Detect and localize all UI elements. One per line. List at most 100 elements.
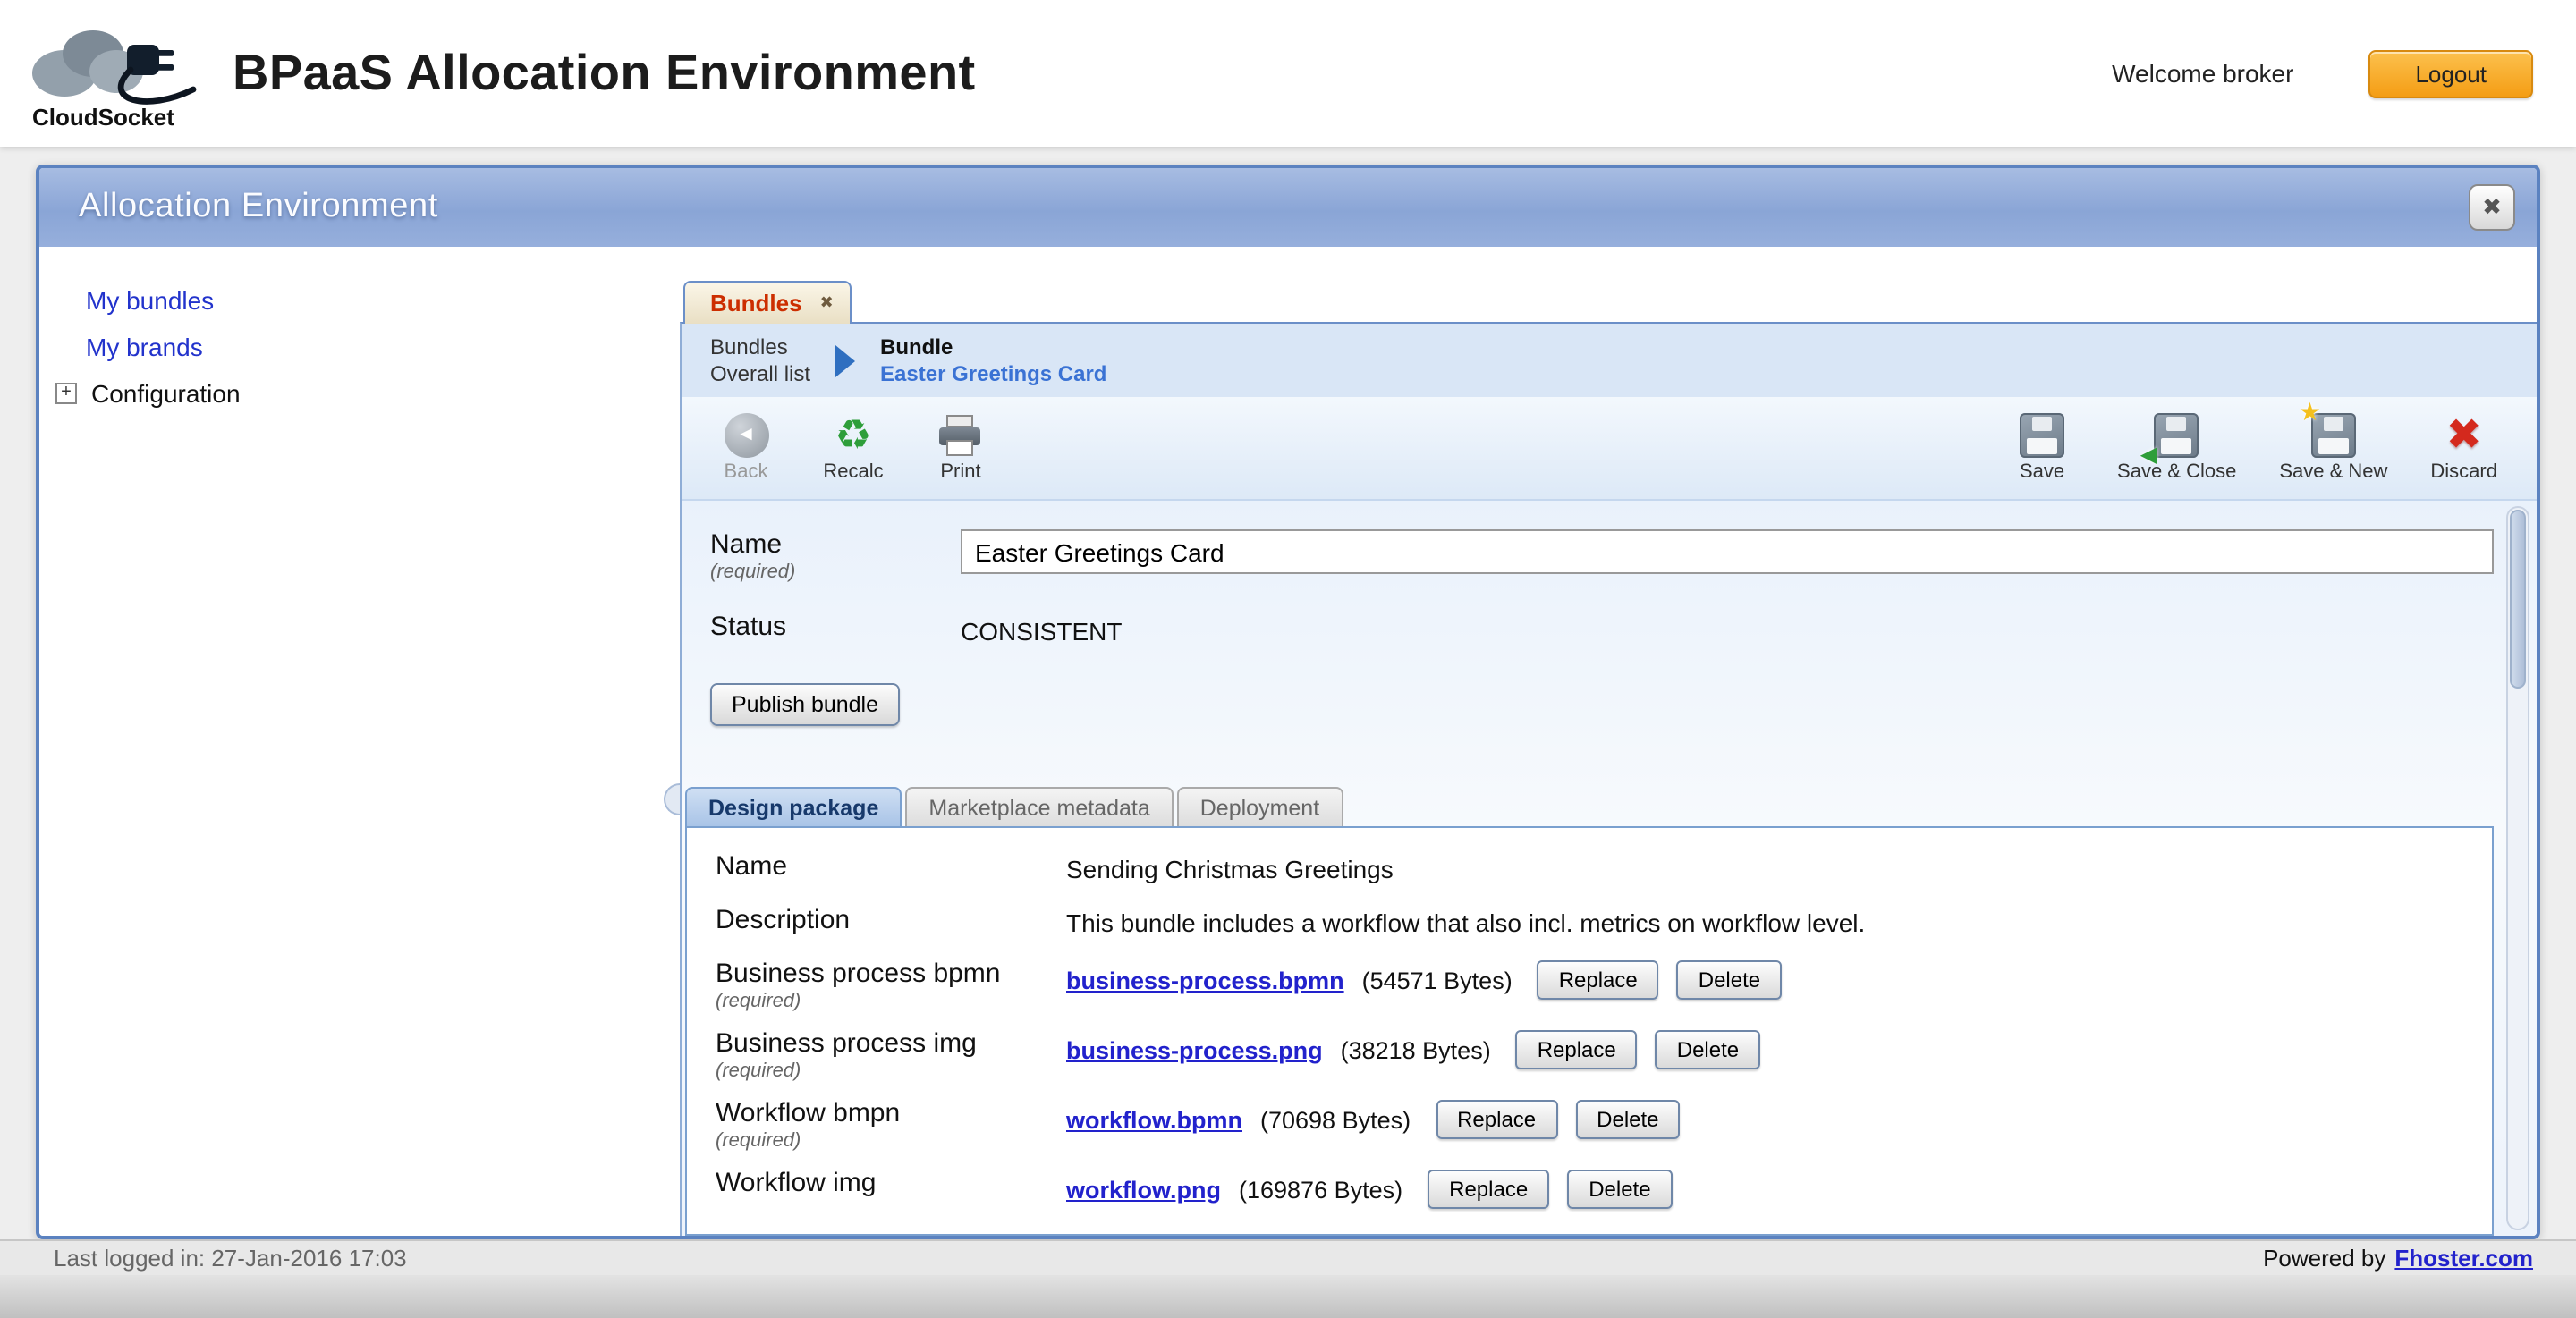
back-icon: ◄ bbox=[724, 413, 768, 458]
save-close-label: Save & Close bbox=[2117, 461, 2236, 483]
content-area: Bundles ✖ Bundles Overall list bbox=[680, 247, 2537, 1236]
powered-by-text: Powered by bbox=[2263, 1245, 2385, 1272]
breadcrumb-current: Bundle Easter Greetings Card bbox=[880, 334, 1106, 386]
row-label: Workflow bmpn bbox=[716, 1098, 1066, 1128]
discard-button[interactable]: ✖ Discard bbox=[2430, 413, 2497, 483]
design-row-workflow-img: Workflow img workflow.png (169876 Bytes)… bbox=[716, 1168, 2463, 1209]
print-button[interactable]: Print bbox=[928, 413, 993, 483]
row-value: This bundle includes a workflow that als… bbox=[1066, 907, 1865, 937]
design-row-description: Description This bundle includes a workf… bbox=[716, 905, 2463, 937]
save-new-floppy-icon: ★ bbox=[2311, 413, 2356, 458]
save-new-button[interactable]: ★ Save & New bbox=[2279, 413, 2387, 483]
expand-plus-icon[interactable]: + bbox=[55, 383, 77, 404]
file-link[interactable]: business-process.png bbox=[1066, 1036, 1323, 1063]
save-button[interactable]: Save bbox=[2010, 413, 2074, 483]
status-value: CONSISTENT bbox=[961, 612, 1122, 646]
print-label: Print bbox=[940, 461, 980, 483]
replace-button[interactable]: Replace bbox=[1436, 1100, 1557, 1139]
publish-bundle-button[interactable]: Publish bundle bbox=[710, 683, 900, 726]
row-label: Business process img bbox=[716, 1028, 1066, 1059]
save-close-floppy-icon: ◀ bbox=[2155, 413, 2199, 458]
file-link[interactable]: business-process.bpmn bbox=[1066, 967, 1344, 993]
app-header: CloudSocket BPaaS Allocation Environment… bbox=[0, 0, 2576, 147]
status-row: Status CONSISTENT bbox=[710, 612, 2494, 646]
brand-name: CloudSocket bbox=[32, 104, 174, 131]
design-row-workflow-bpmn: Workflow bmpn (required) workflow.bpmn (… bbox=[716, 1098, 2463, 1152]
tab-marketplace-metadata[interactable]: Marketplace metadata bbox=[905, 787, 1173, 826]
close-icon: ✖ bbox=[2482, 193, 2502, 222]
bundle-form: Name (required) Status CONSISTEN bbox=[682, 501, 2494, 726]
discard-label: Discard bbox=[2430, 461, 2497, 483]
file-size: (169876 Bytes) bbox=[1239, 1176, 1402, 1203]
replace-button[interactable]: Replace bbox=[1538, 960, 1659, 1000]
scrollbar-thumb[interactable] bbox=[2510, 510, 2526, 689]
design-row-business-process-img: Business process img (required) business… bbox=[716, 1028, 2463, 1082]
replace-button[interactable]: Replace bbox=[1428, 1170, 1549, 1209]
configuration-label: Configuration bbox=[91, 379, 241, 408]
save-new-star-icon: ★ bbox=[2299, 397, 2321, 427]
tab-close-icon[interactable]: ✖ bbox=[820, 295, 834, 311]
status-label: Status bbox=[710, 612, 961, 642]
bottom-band bbox=[0, 1275, 2576, 1318]
content-lower: Bundles Overall list Bundle Easter Greet… bbox=[680, 322, 2537, 1236]
discard-x-icon: ✖ bbox=[2446, 413, 2482, 458]
recalc-button[interactable]: ♻ Recalc bbox=[821, 413, 886, 483]
sidebar: My bundles My brands + Configuration bbox=[39, 247, 680, 1236]
workspace-tabstrip: Bundles ✖ bbox=[680, 247, 2537, 322]
breadcrumb-bundles-title: Bundles bbox=[710, 334, 810, 359]
sidebar-item-configuration[interactable]: + Configuration bbox=[55, 379, 680, 408]
bundle-form-region: Name (required) Status CONSISTEN bbox=[682, 501, 2537, 1236]
file-size: (54571 Bytes) bbox=[1362, 967, 1513, 993]
breadcrumb-current-title: Bundle bbox=[880, 334, 1106, 359]
last-login-text: Last logged in: 27-Jan-2016 17:03 bbox=[54, 1245, 407, 1272]
breadcrumb-arrow-icon bbox=[835, 344, 855, 376]
delete-button[interactable]: Delete bbox=[1677, 960, 1782, 1000]
fhoster-link[interactable]: Fhoster.com bbox=[2394, 1245, 2533, 1272]
welcome-text: Welcome broker bbox=[2112, 59, 2293, 88]
recalc-label: Recalc bbox=[823, 461, 883, 483]
tab-bundles-label: Bundles bbox=[710, 290, 802, 317]
delete-button[interactable]: Delete bbox=[1567, 1170, 1672, 1209]
logout-button[interactable]: Logout bbox=[2368, 49, 2533, 97]
panel-close-button[interactable]: ✖ bbox=[2469, 184, 2515, 231]
file-link[interactable]: workflow.bpmn bbox=[1066, 1106, 1242, 1133]
name-label: Name bbox=[710, 529, 961, 560]
name-row: Name (required) bbox=[710, 529, 2494, 583]
bundle-name-input[interactable] bbox=[961, 529, 2494, 574]
required-note: (required) bbox=[716, 1060, 1066, 1082]
delete-button[interactable]: Delete bbox=[1575, 1100, 1680, 1139]
detail-tabs: Design package Marketplace metadata Depl… bbox=[682, 787, 2494, 826]
row-value: Sending Christmas Greetings bbox=[1066, 853, 1394, 883]
recalc-recycle-icon: ♻ bbox=[835, 413, 871, 458]
required-note: (required) bbox=[716, 1130, 1066, 1152]
file-link[interactable]: workflow.png bbox=[1066, 1176, 1221, 1203]
row-label: Name bbox=[716, 851, 1066, 882]
allocation-environment-panel: Allocation Environment ✖ My bundles My b… bbox=[36, 165, 2540, 1239]
breadcrumb-bundles[interactable]: Bundles Overall list bbox=[710, 334, 810, 386]
save-label: Save bbox=[2020, 461, 2064, 483]
page-area: Allocation Environment ✖ My bundles My b… bbox=[0, 147, 2576, 1239]
panel-titlebar: Allocation Environment ✖ bbox=[39, 168, 2537, 247]
sidebar-item-my-brands[interactable]: My brands bbox=[86, 333, 680, 361]
breadcrumb: Bundles Overall list Bundle Easter Greet… bbox=[682, 324, 2537, 397]
app-title: BPaaS Allocation Environment bbox=[233, 45, 976, 102]
required-note: (required) bbox=[716, 991, 1066, 1012]
row-label: Description bbox=[716, 905, 1066, 935]
design-package-panel: Name Sending Christmas Greetings Descrip… bbox=[685, 826, 2494, 1236]
app-footer: Last logged in: 27-Jan-2016 17:03 Powere… bbox=[0, 1239, 2576, 1275]
tab-deployment[interactable]: Deployment bbox=[1177, 787, 1343, 826]
save-close-button[interactable]: ◀ Save & Close bbox=[2117, 413, 2236, 483]
design-row-business-process-bpmn: Business process bpmn (required) busines… bbox=[716, 959, 2463, 1012]
delete-button[interactable]: Delete bbox=[1656, 1030, 1760, 1069]
application-window: CloudSocket BPaaS Allocation Environment… bbox=[0, 0, 2576, 1318]
file-size: (38218 Bytes) bbox=[1341, 1036, 1491, 1063]
save-floppy-icon bbox=[2020, 413, 2064, 458]
row-label: Business process bpmn bbox=[716, 959, 1066, 989]
sidebar-item-my-bundles[interactable]: My bundles bbox=[86, 286, 680, 315]
vertical-scrollbar[interactable] bbox=[2506, 506, 2529, 1230]
replace-button[interactable]: Replace bbox=[1516, 1030, 1638, 1069]
back-button[interactable]: ◄ Back bbox=[714, 413, 778, 483]
sidebar-collapse-handle[interactable] bbox=[664, 783, 680, 815]
tab-design-package[interactable]: Design package bbox=[685, 787, 902, 826]
tab-bundles[interactable]: Bundles ✖ bbox=[683, 281, 852, 324]
